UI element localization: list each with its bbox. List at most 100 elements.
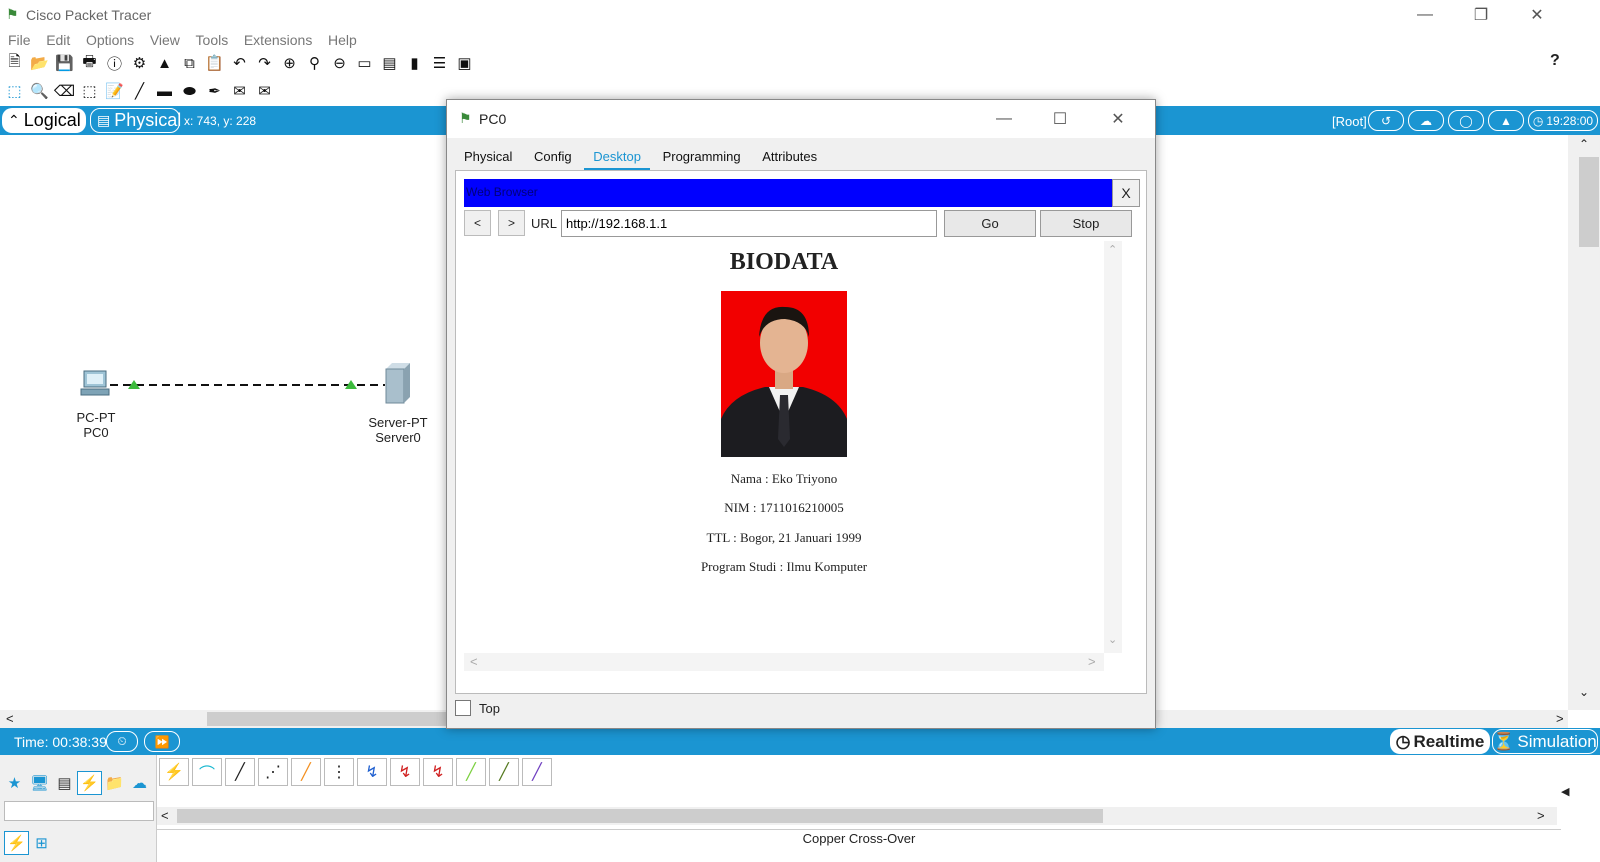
scroll-right-icon[interactable]: > — [1537, 808, 1545, 823]
cluster-icon[interactable]: ☰ — [427, 51, 452, 75]
auto-cable-icon[interactable]: ⚡ — [159, 758, 189, 786]
inspect-icon[interactable]: 🔍 — [27, 79, 52, 103]
restore-button[interactable]: ❐ — [1458, 0, 1504, 30]
top-checkbox[interactable] — [455, 700, 471, 716]
menu-view[interactable]: View — [150, 30, 180, 50]
device-name-label[interactable]: PC0 — [66, 425, 126, 440]
power-cycle-icon[interactable]: ⏲ — [106, 731, 138, 752]
navigation-icon[interactable]: ↺ — [1368, 110, 1404, 131]
undo-icon[interactable]: ↶ — [227, 51, 252, 75]
copper-straight-icon[interactable]: ╱ — [225, 758, 255, 786]
scroll-thumb[interactable] — [177, 809, 1103, 823]
scroll-left-icon[interactable]: < — [161, 808, 169, 823]
dialog-maximize-button[interactable]: ☐ — [1037, 104, 1083, 134]
cloud-icon[interactable]: ☁ — [1408, 110, 1444, 131]
back-button[interactable]: < — [464, 210, 491, 236]
redo-icon[interactable]: ↷ — [252, 51, 277, 75]
usb-cable-icon[interactable]: ╱ — [522, 758, 552, 786]
physical-tab[interactable]: ▤ Physical — [90, 108, 181, 133]
network-wizard-icon[interactable]: ⚙ — [127, 51, 152, 75]
cable-scrollbar[interactable]: < > — [157, 807, 1557, 825]
scroll-right-icon[interactable]: > — [1088, 654, 1096, 669]
device-name-label[interactable]: Server0 — [360, 430, 436, 445]
zoom-out-icon[interactable]: ⊖ — [327, 51, 352, 75]
scroll-thumb[interactable] — [207, 712, 447, 726]
scroll-thumb[interactable] — [1579, 157, 1599, 247]
draw-rectangle-icon[interactable]: ▬ — [152, 79, 177, 103]
scroll-down-icon[interactable]: ⌄ — [1579, 685, 1589, 699]
menu-file[interactable]: File — [8, 30, 31, 50]
select-icon[interactable]: ⬚ — [2, 79, 27, 103]
activity-wizard-icon[interactable]: ▲ — [152, 51, 177, 75]
dialog-minimize-button[interactable]: — — [981, 104, 1027, 134]
menu-tools[interactable]: Tools — [196, 30, 229, 50]
copy-icon[interactable]: ⧉ — [177, 51, 202, 75]
paste-icon[interactable]: 📋 — [202, 51, 227, 75]
draw-line-icon[interactable]: ╱ — [127, 79, 152, 103]
clock-display[interactable]: ◷ 19:28:00 — [1528, 110, 1598, 131]
dialog-close-button[interactable]: ✕ — [1095, 104, 1141, 134]
menu-help[interactable]: Help — [328, 30, 357, 50]
viewport-icon[interactable]: ▣ — [452, 51, 477, 75]
components-icon[interactable]: ▤ — [52, 771, 77, 795]
url-input[interactable] — [561, 210, 937, 237]
freeform-icon[interactable]: ✒ — [202, 79, 227, 103]
close-button[interactable]: ✕ — [1514, 0, 1560, 30]
multiuser-icon[interactable]: ☁ — [127, 771, 152, 795]
custom-device-icon[interactable]: ▤ — [377, 51, 402, 75]
fast-forward-icon[interactable]: ⏩ — [144, 731, 180, 752]
network-devices-icon[interactable]: ★ — [2, 771, 27, 795]
help-icon[interactable]: ? — [1550, 52, 1560, 70]
coaxial-icon[interactable]: ↯ — [357, 758, 387, 786]
end-devices-icon[interactable]: 🖥 — [27, 771, 52, 795]
environment-icon[interactable]: ◯ — [1448, 110, 1484, 131]
device-search-field[interactable] — [4, 801, 154, 821]
scroll-left-icon[interactable]: < — [6, 711, 14, 726]
connections-sub-icon[interactable]: ⚡ — [4, 831, 29, 855]
new-file-icon[interactable]: 🗎 — [2, 51, 27, 75]
grid-icon[interactable]: ⊞ — [29, 831, 54, 855]
serial-dte-icon[interactable]: ↯ — [423, 758, 453, 786]
minimize-button[interactable]: — — [1402, 0, 1448, 30]
miscellaneous-icon[interactable]: 📁 — [102, 771, 127, 795]
zoom-reset-icon[interactable]: ⚲ — [302, 51, 327, 75]
zoom-in-icon[interactable]: ⊕ — [277, 51, 302, 75]
scroll-down-icon[interactable]: ⌄ — [1108, 633, 1117, 646]
pc-device-icon[interactable] — [80, 369, 112, 399]
phone-cable-icon[interactable]: ⋮ — [324, 758, 354, 786]
open-folder-icon[interactable]: 📂 — [27, 51, 52, 75]
forward-button[interactable]: > — [498, 210, 525, 236]
scroll-left-icon[interactable]: < — [470, 654, 478, 669]
copper-link[interactable] — [110, 379, 390, 391]
tab-desktop[interactable]: Desktop — [584, 146, 650, 171]
logical-tab[interactable]: ⌃ Logical — [2, 108, 86, 133]
server-device-icon[interactable] — [382, 363, 412, 405]
page-vertical-scrollbar[interactable]: ⌃ ⌄ — [1104, 241, 1122, 653]
serial-dce-icon[interactable]: ↯ — [390, 758, 420, 786]
iot-cable-icon[interactable]: ╱ — [489, 758, 519, 786]
menu-extensions[interactable]: Extensions — [244, 30, 312, 50]
scroll-right-icon[interactable]: > — [1556, 711, 1564, 726]
viewport-mountain-icon[interactable]: ▲ — [1488, 110, 1524, 131]
simple-pdu-icon[interactable]: ✉ — [227, 79, 252, 103]
delete-icon[interactable]: ⌫ — [52, 79, 77, 103]
octal-icon[interactable]: ╱ — [456, 758, 486, 786]
web-browser-close-button[interactable]: X — [1112, 179, 1140, 207]
fiber-icon[interactable]: ╱ — [291, 758, 321, 786]
root-label[interactable]: [Root] — [1332, 114, 1367, 129]
page-horizontal-scrollbar[interactable]: < > — [464, 653, 1104, 671]
pdu-icon[interactable]: ▮ — [402, 51, 427, 75]
tab-attributes[interactable]: Attributes — [753, 146, 826, 168]
menu-edit[interactable]: Edit — [46, 30, 70, 50]
tab-physical[interactable]: Physical — [455, 146, 521, 168]
go-button[interactable]: Go — [944, 210, 1036, 237]
resize-icon[interactable]: ⬚ — [77, 79, 102, 103]
console-cable-icon[interactable]: ⌒ — [192, 758, 222, 786]
simulation-tab[interactable]: ⏳ Simulation — [1492, 729, 1598, 754]
complex-pdu-icon[interactable]: ✉ — [252, 79, 277, 103]
drawing-palette-icon[interactable]: ▭ — [352, 51, 377, 75]
panel-collapse-icon[interactable]: ◀ — [1561, 785, 1569, 798]
copper-crossover-icon[interactable]: ⋰ — [258, 758, 288, 786]
draw-ellipse-icon[interactable]: ⬬ — [177, 79, 202, 103]
scroll-up-icon[interactable]: ⌃ — [1579, 137, 1589, 151]
